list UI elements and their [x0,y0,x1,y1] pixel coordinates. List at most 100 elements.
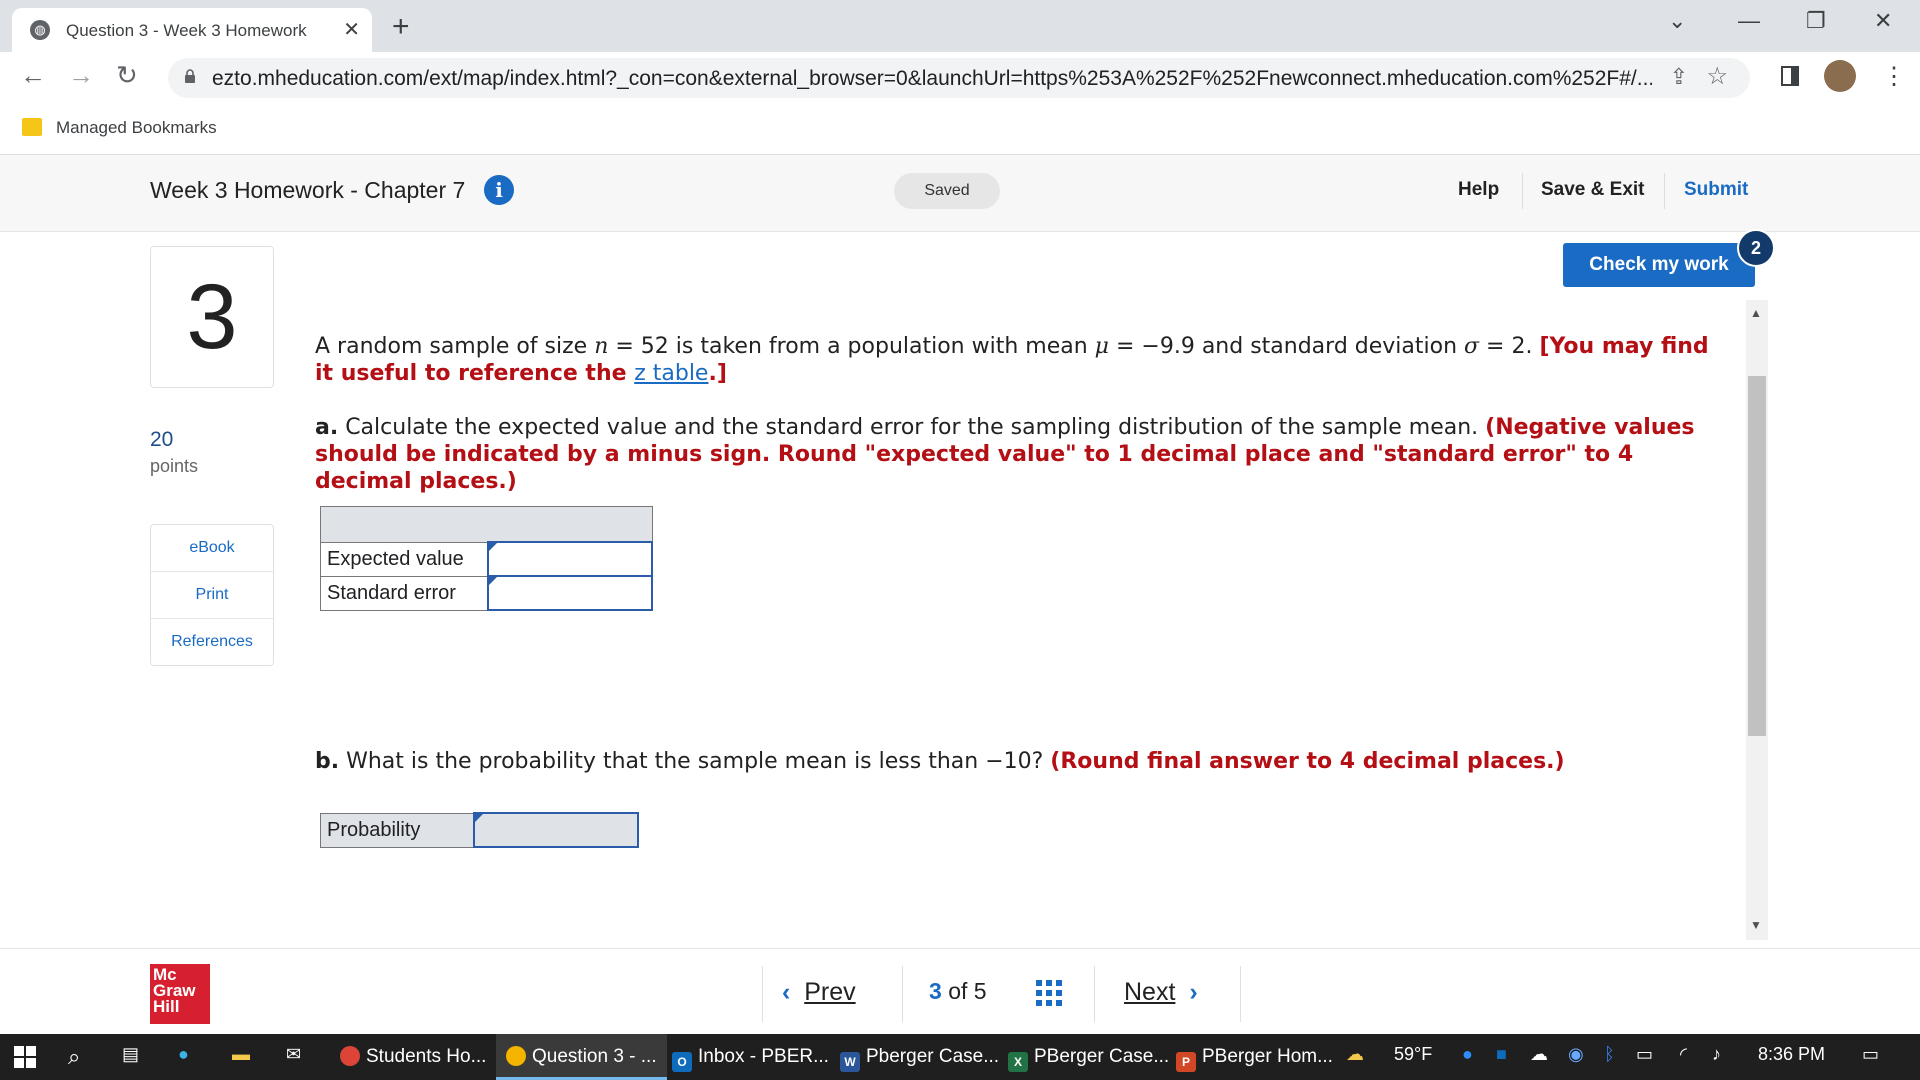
save-status-badge: Saved [894,173,1000,209]
reload-icon[interactable]: ↻ [116,60,138,91]
question-stem: A random sample of size n = 52 is taken … [315,334,1709,386]
assignment-title: Week 3 Homework - Chapter 7 [150,177,466,203]
url-text: ezto.mheducation.com/ext/map/index.html?… [212,67,1652,90]
excel-icon: X [1008,1052,1028,1072]
question-grid-icon[interactable] [1036,980,1062,1006]
folder-icon [22,118,42,136]
expected-value-label: Expected value [320,541,489,577]
search-icon[interactable]: ⌕ [68,1044,80,1070]
divider [902,966,903,1022]
expected-value-input[interactable] [487,541,653,577]
clock[interactable]: 8:36 PM [1758,1044,1825,1070]
mail-icon[interactable]: ✉ [286,1044,301,1070]
close-window-icon[interactable]: ✕ [1874,8,1892,34]
new-tab-button[interactable]: + [392,10,410,44]
ebook-link[interactable]: eBook [151,525,273,572]
taskbar-task[interactable]: Students Ho... [330,1034,496,1080]
prev-button[interactable]: ‹ Prev [782,978,856,1007]
battery-icon[interactable]: ▭ [1636,1044,1653,1070]
scrollbar-thumb[interactable] [1748,376,1766,736]
back-icon[interactable]: ← [20,60,46,91]
table-row: Probability [320,812,639,848]
divider [1094,966,1095,1022]
part-b-prompt: b. What is the probability that the samp… [315,749,1565,774]
references-link[interactable]: References [151,619,273,665]
check-my-work-button[interactable]: Check my work [1563,243,1755,287]
close-tab-icon[interactable]: ✕ [343,17,360,42]
divider [1522,173,1523,209]
standard-error-input[interactable] [487,575,653,611]
address-bar[interactable]: ezto.mheducation.com/ext/map/index.html?… [168,58,1750,98]
minimize-icon[interactable]: — [1738,8,1760,34]
help-button[interactable]: Help [1458,179,1499,201]
standard-error-label: Standard error [320,575,489,611]
submit-button[interactable]: Submit [1684,179,1748,201]
taskbar-task[interactable]: X PBerger Case... [998,1034,1179,1080]
part-b-answer-table: Probability [320,812,639,848]
question-number: 3 [150,246,274,388]
table-header [320,506,653,543]
z-table-link[interactable]: z table [634,361,708,386]
save-exit-button[interactable]: Save & Exit [1541,179,1645,201]
points-value: 20 [150,428,174,451]
taskbar-task[interactable]: Question 3 - ... [496,1034,667,1080]
divider [1240,966,1241,1022]
onedrive-icon[interactable]: ☁ [1530,1044,1548,1070]
check-attempts-badge: 2 [1737,229,1775,267]
restore-icon[interactable]: ❐ [1806,8,1826,34]
page-indicator: 3 of 5 [929,978,987,1004]
chrome-icon [340,1046,360,1066]
print-link[interactable]: Print [151,572,273,619]
bluetooth-icon[interactable]: ᛒ [1604,1044,1615,1070]
outlook-icon: O [672,1052,692,1072]
taskbar-task[interactable]: W Pberger Case... [830,1034,1009,1080]
question-tools: eBook Print References [150,524,274,666]
wifi-icon[interactable]: ◜ [1680,1044,1687,1070]
browser-tab[interactable]: ◍ Question 3 - Week 3 Homework ✕ [12,8,372,52]
lock-icon [185,69,195,83]
share-icon[interactable]: ⇪ [1670,64,1688,90]
part-a-answer-table: Expected value Standard error [320,506,653,611]
notifications-icon[interactable]: ▭ [1862,1044,1879,1070]
bookmark-star-icon[interactable]: ☆ [1706,62,1728,91]
edge-icon[interactable]: ● [178,1044,189,1070]
forward-icon[interactable]: → [68,60,94,91]
footer-divider [0,948,1920,949]
tab-search-icon[interactable]: ⌄ [1668,8,1686,34]
part-a-prompt: a. Calculate the expected value and the … [315,415,1695,494]
outlook-tray-icon[interactable]: ■ [1496,1044,1507,1070]
weather-icon: ☁ [1346,1044,1364,1064]
menu-kebab-icon[interactable]: ⋮ [1882,62,1906,91]
mcgraw-hill-logo: Mc Graw Hill [150,964,210,1024]
scroll-up-icon[interactable]: ▲ [1750,306,1762,320]
info-icon[interactable]: i [484,175,514,205]
tab-title: Question 3 - Week 3 Homework [66,21,307,40]
windows-start-icon[interactable] [14,1046,36,1068]
chevron-right-icon: › [1189,978,1198,1006]
table-row: Standard error [320,575,653,611]
divider [1664,173,1665,209]
meet-icon[interactable]: ◉ [1568,1044,1584,1070]
probability-input[interactable] [473,812,639,848]
taskbar-task[interactable]: P PBerger Hom... [1166,1034,1343,1080]
chrome-icon [506,1046,526,1066]
bookmarks-bar: Managed Bookmarks [0,104,1920,155]
avatar[interactable] [1824,60,1856,92]
scroll-down-icon[interactable]: ▼ [1750,918,1762,932]
assignment-header: Week 3 Homework - Chapter 7 i Saved Help… [0,155,1920,232]
weather-temperature[interactable]: 59°F [1394,1044,1432,1070]
powerpoint-icon: P [1176,1052,1196,1072]
chevron-left-icon: ‹ [782,978,791,1006]
probability-label: Probability [320,812,475,848]
side-panel-icon[interactable] [1781,66,1799,86]
task-view-icon[interactable]: ▤ [122,1044,139,1070]
word-icon: W [840,1052,860,1072]
taskbar-task[interactable]: O Inbox - PBER... [662,1034,839,1080]
managed-bookmarks[interactable]: Managed Bookmarks [56,118,217,138]
divider [762,966,763,1022]
next-button[interactable]: Next › [1124,978,1198,1007]
table-row: Expected value [320,541,653,577]
file-explorer-icon[interactable]: ▬ [232,1044,250,1070]
volume-icon[interactable]: ♪ [1712,1044,1721,1070]
zoom-icon[interactable]: ● [1462,1044,1473,1070]
